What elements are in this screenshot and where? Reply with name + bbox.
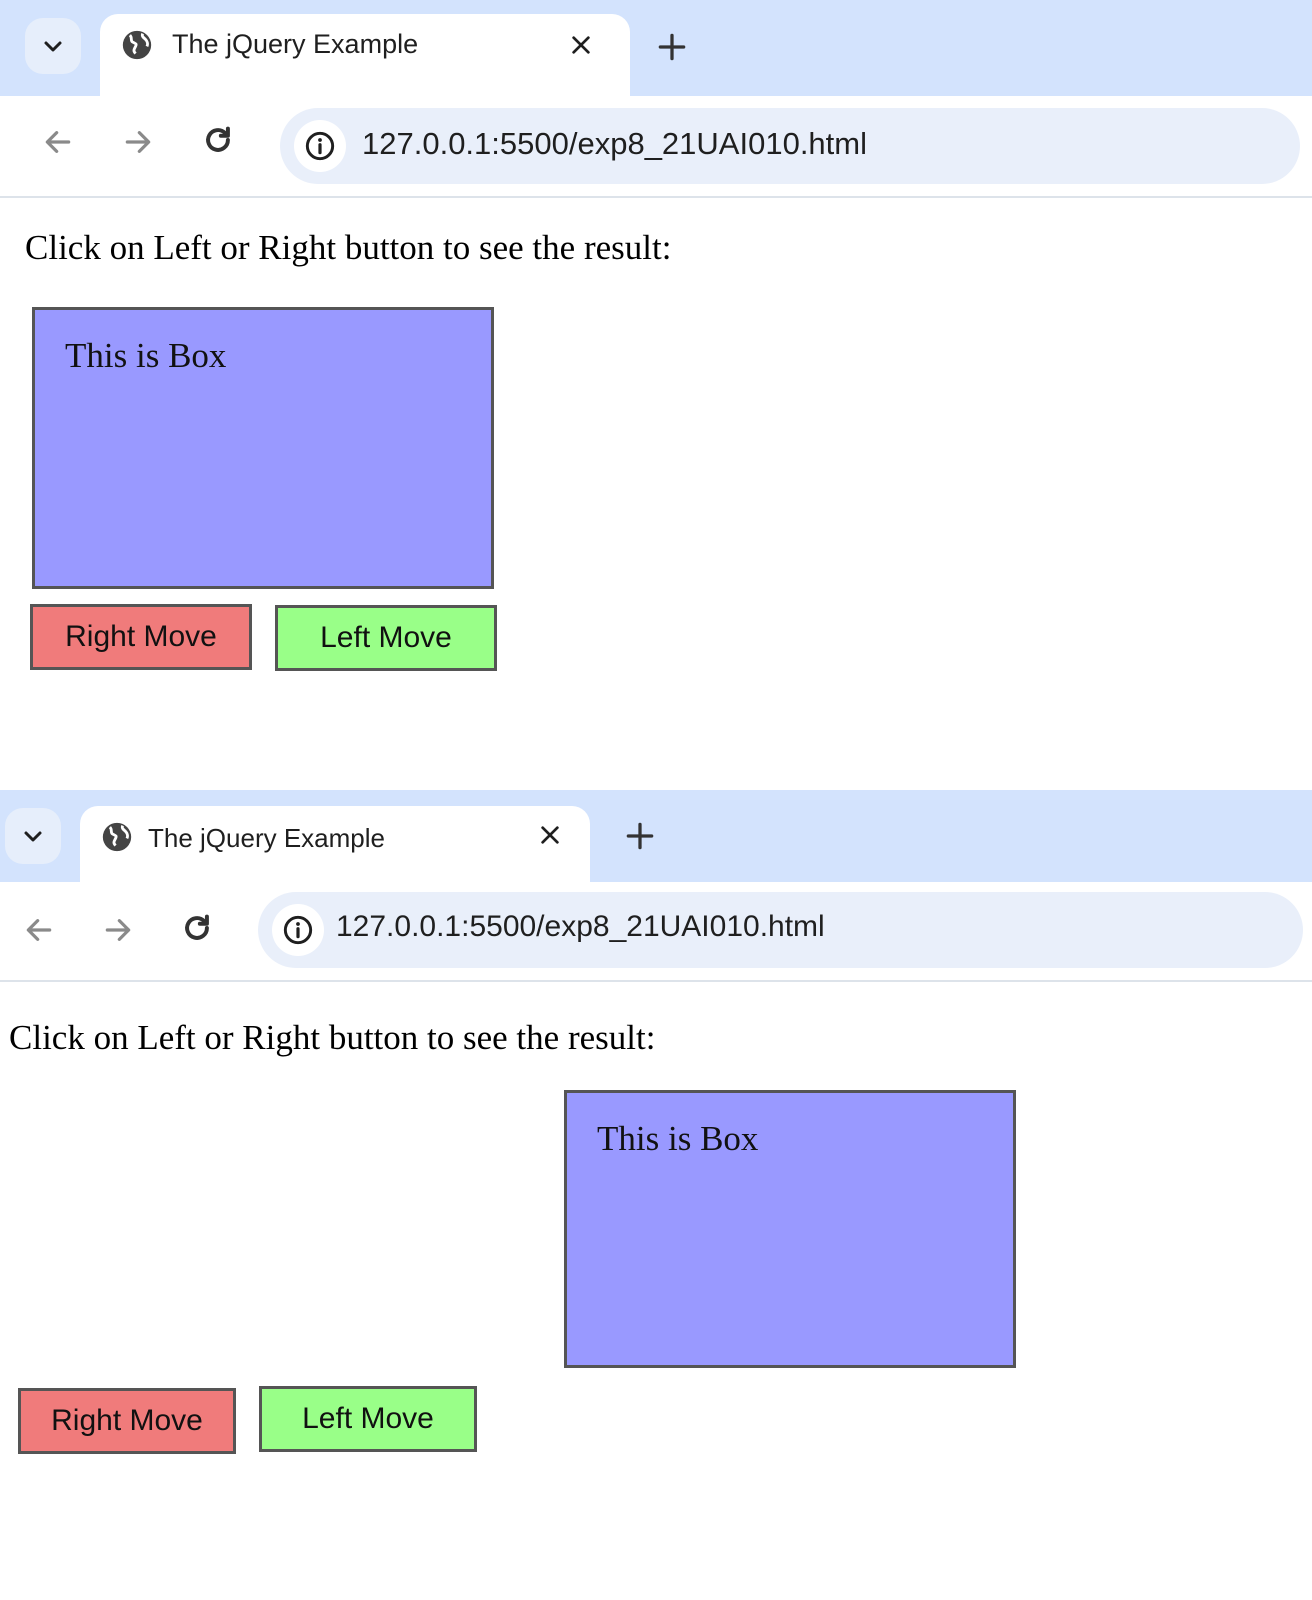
plus-icon — [658, 33, 686, 61]
toolbar-divider — [0, 980, 1312, 982]
site-info-button[interactable] — [294, 120, 346, 172]
box-text: This is Box — [65, 336, 227, 375]
reload-button[interactable] — [196, 118, 240, 162]
toolbar: 127.0.0.1:5500/exp8_21UAI010.html — [0, 96, 1312, 196]
address-bar[interactable]: 127.0.0.1:5500/exp8_21UAI010.html — [280, 108, 1300, 184]
tab-strip: The jQuery Example — [0, 0, 1312, 100]
globe-icon — [102, 822, 132, 852]
tab-title: The jQuery Example — [148, 823, 385, 853]
close-icon — [541, 826, 559, 844]
moving-box: This is Box — [564, 1090, 1016, 1368]
left-move-button[interactable]: Left Move — [275, 605, 497, 671]
plus-icon — [626, 822, 654, 850]
instruction-text: Click on Left or Right button to see the… — [25, 228, 672, 267]
left-move-button[interactable]: Left Move — [259, 1386, 477, 1452]
url-text: 127.0.0.1:5500/exp8_21UAI010.html — [336, 910, 825, 943]
back-button[interactable] — [17, 908, 61, 952]
chevron-down-icon — [24, 831, 42, 842]
tab-search-button[interactable] — [5, 808, 61, 864]
tab-search-button[interactable] — [25, 18, 81, 74]
instruction-text: Click on Left or Right button to see the… — [9, 1018, 656, 1057]
close-icon — [572, 36, 590, 54]
tab-close-button[interactable] — [566, 30, 596, 60]
reload-button[interactable] — [175, 906, 219, 950]
reload-icon — [185, 914, 209, 940]
site-info-button[interactable] — [272, 904, 324, 956]
new-tab-button[interactable] — [652, 27, 692, 67]
tab-active[interactable]: The jQuery Example — [100, 14, 630, 100]
tab-strip: The jQuery Example — [0, 790, 1312, 886]
forward-button[interactable] — [96, 908, 140, 952]
chevron-down-icon — [44, 41, 62, 52]
toolbar: 127.0.0.1:5500/exp8_21UAI010.html — [0, 882, 1312, 978]
new-tab-button[interactable] — [620, 816, 660, 856]
moving-box: This is Box — [32, 307, 494, 589]
url-text: 127.0.0.1:5500/exp8_21UAI010.html — [362, 126, 867, 161]
toolbar-divider — [0, 196, 1312, 198]
tab-active[interactable]: The jQuery Example — [80, 806, 590, 886]
info-icon — [283, 915, 313, 945]
tab-title: The jQuery Example — [172, 29, 419, 59]
box-text: This is Box — [597, 1119, 759, 1158]
arrow-left-icon — [45, 131, 71, 153]
tab-close-button[interactable] — [535, 820, 565, 850]
back-button[interactable] — [36, 120, 80, 164]
arrow-left-icon — [26, 919, 52, 941]
reload-icon — [206, 126, 230, 152]
info-icon — [305, 131, 335, 161]
browser-window-initial: The jQuery Example 127.0.0.1:5500/exp8_2… — [0, 0, 1312, 800]
address-bar[interactable]: 127.0.0.1:5500/exp8_21UAI010.html — [258, 892, 1303, 968]
right-move-button[interactable]: Right Move — [30, 604, 252, 670]
arrow-right-icon — [105, 919, 131, 941]
arrow-right-icon — [125, 131, 151, 153]
forward-button[interactable] — [116, 120, 160, 164]
browser-window-after-move: The jQuery Example 127.0.0.1:5500/exp8_2… — [0, 790, 1312, 1600]
right-move-button[interactable]: Right Move — [18, 1388, 236, 1454]
globe-icon — [122, 30, 152, 60]
